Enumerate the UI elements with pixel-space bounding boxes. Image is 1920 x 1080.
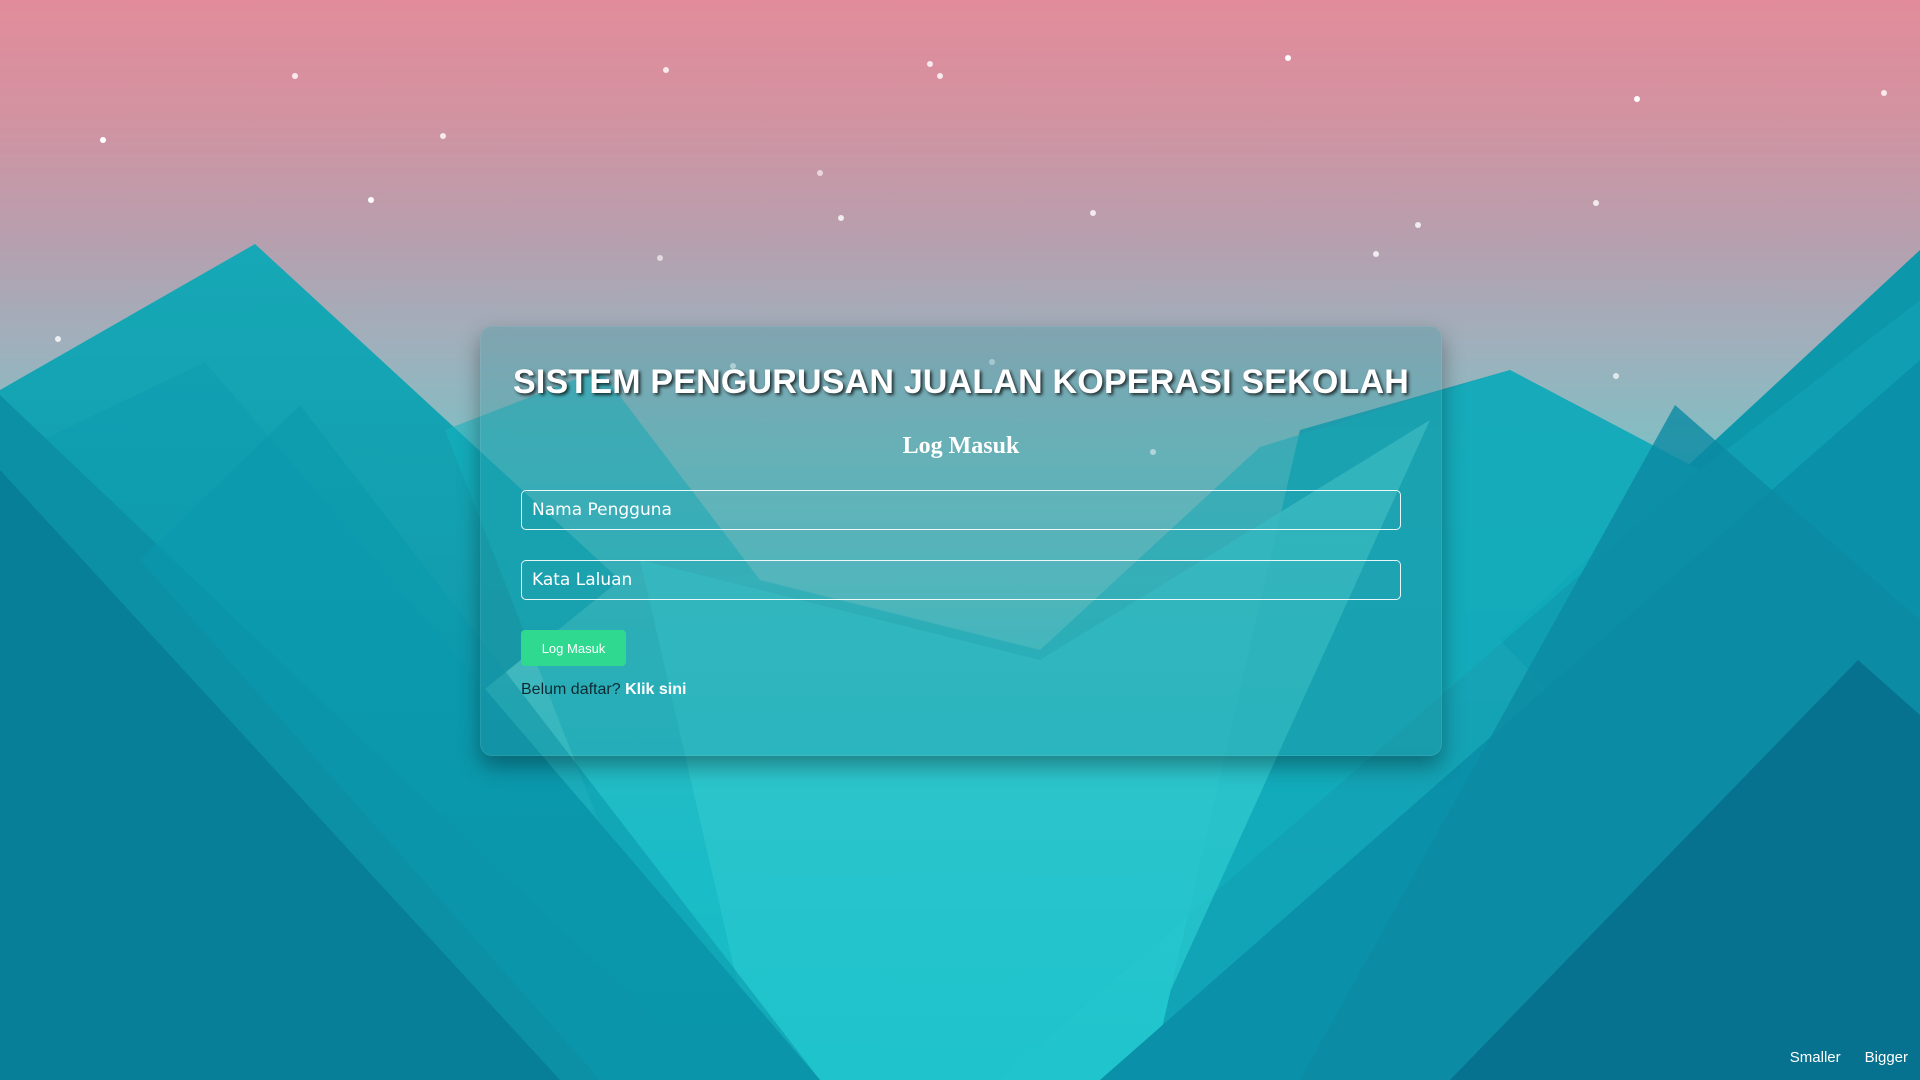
font-bigger-button[interactable]: Bigger — [1865, 1049, 1908, 1066]
font-smaller-button[interactable]: Smaller — [1790, 1049, 1841, 1066]
password-input[interactable] — [521, 560, 1401, 600]
login-button[interactable]: Log Masuk — [521, 630, 626, 666]
username-input[interactable] — [521, 490, 1401, 530]
font-size-controls: Smaller Bigger — [1790, 1049, 1908, 1066]
register-prompt-line: Belum daftar? Klik sini — [521, 681, 686, 699]
register-prompt-text: Belum daftar? — [521, 681, 621, 698]
app-title: SISTEM PENGURUSAN JUALAN KOPERASI SEKOLA… — [512, 363, 1410, 401]
login-heading: Log Masuk — [902, 433, 1020, 459]
login-card: SISTEM PENGURUSAN JUALAN KOPERASI SEKOLA… — [480, 326, 1442, 756]
register-link[interactable]: Klik sini — [625, 681, 686, 698]
